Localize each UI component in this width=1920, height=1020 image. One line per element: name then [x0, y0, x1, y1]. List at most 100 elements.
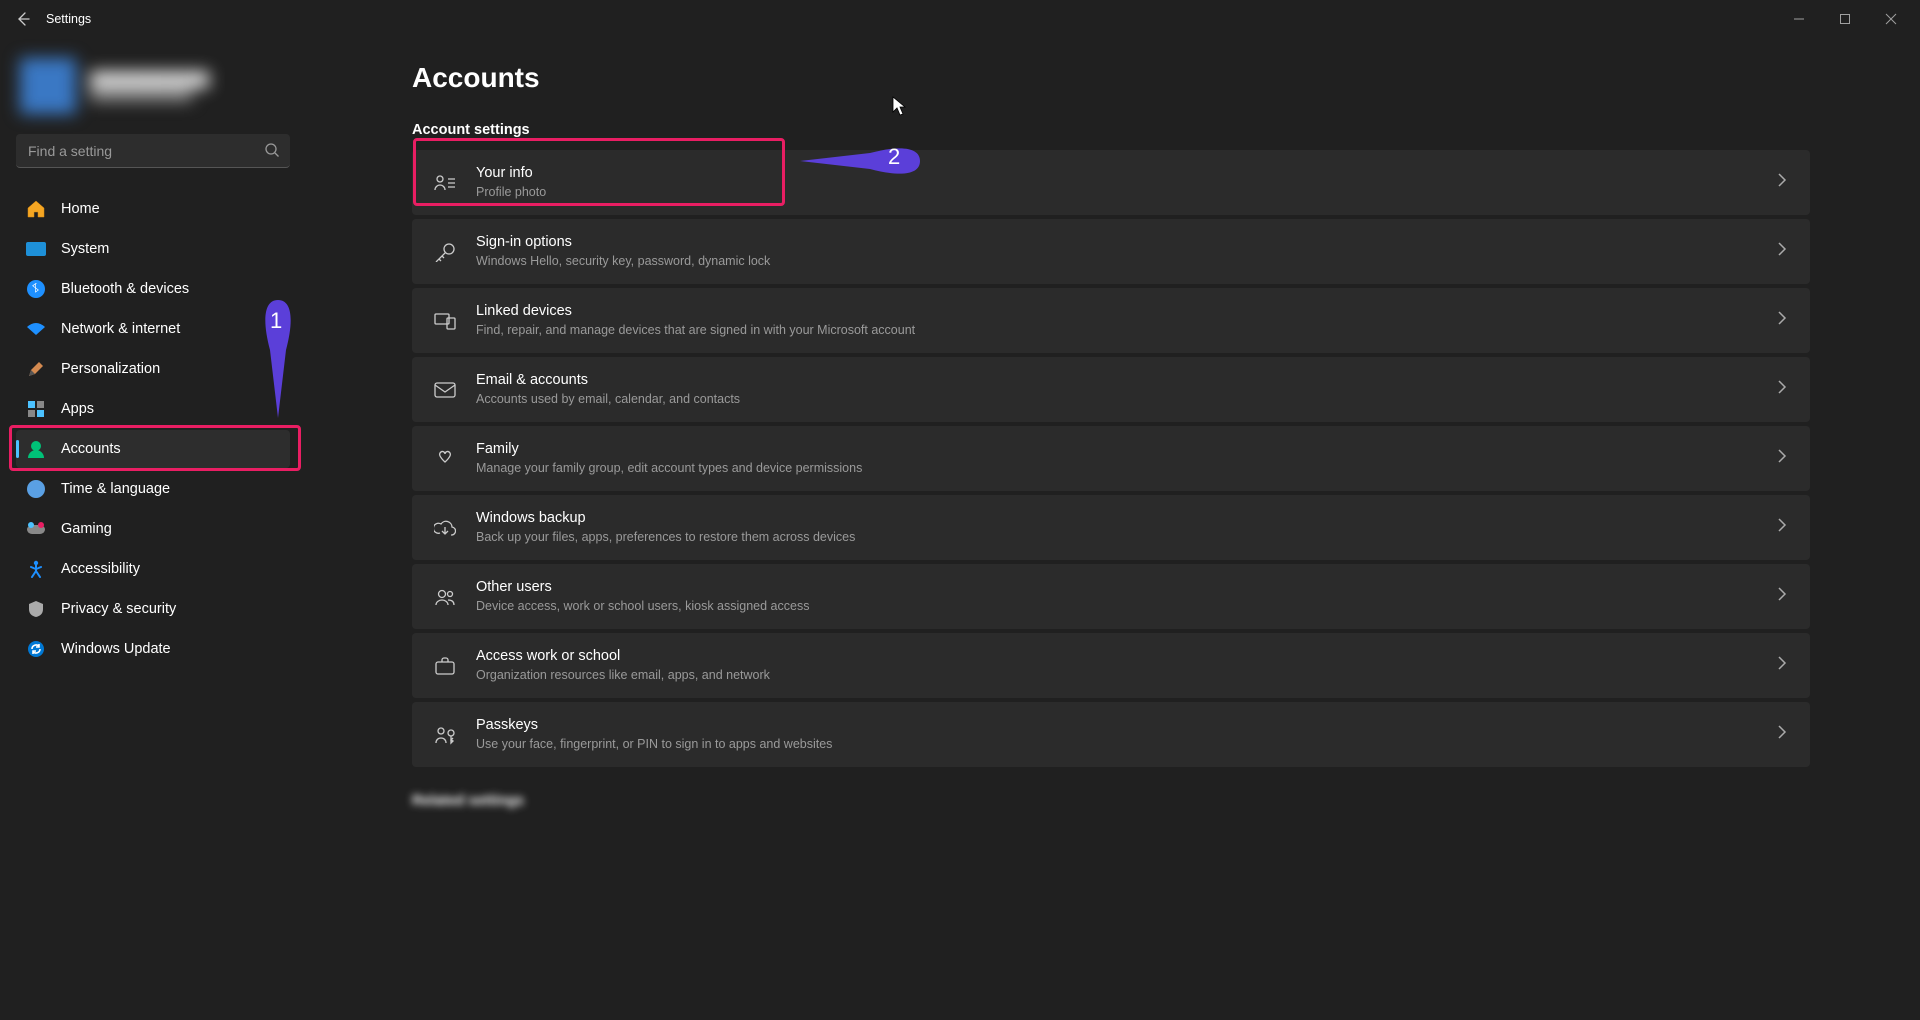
time-language-icon: [26, 479, 46, 499]
sidebar-item-label: Time & language: [61, 481, 170, 497]
backup-icon: [434, 519, 456, 537]
accounts-icon: [26, 439, 46, 459]
search-icon: [264, 142, 280, 163]
profile-block[interactable]: ████████████ ████████████: [16, 46, 290, 134]
sidebar-item-label: System: [61, 241, 109, 257]
card-your-info[interactable]: Your info Profile photo: [412, 150, 1810, 215]
sidebar-item-label: Gaming: [61, 521, 112, 537]
sidebar-item-label: Bluetooth & devices: [61, 281, 189, 297]
sidebar-item-label: Home: [61, 201, 100, 217]
sidebar-item-apps[interactable]: Apps: [16, 390, 290, 428]
settings-card-list: Your info Profile photo Sign-in options …: [412, 150, 1810, 767]
accessibility-icon: [26, 559, 46, 579]
chevron-right-icon: [1776, 449, 1788, 468]
sidebar-item-accessibility[interactable]: Accessibility: [16, 550, 290, 588]
maximize-icon: [1839, 13, 1851, 25]
page-title: Accounts: [412, 62, 1810, 94]
bluetooth-icon: [26, 279, 46, 299]
sidebar-item-bluetooth[interactable]: Bluetooth & devices: [16, 270, 290, 308]
chevron-right-icon: [1776, 380, 1788, 399]
chevron-right-icon: [1776, 311, 1788, 330]
sidebar-item-gaming[interactable]: Gaming: [16, 510, 290, 548]
section-label-account-settings: Account settings: [412, 122, 1810, 138]
sidebar-item-system[interactable]: System: [16, 230, 290, 268]
minimize-icon: [1793, 13, 1805, 25]
chevron-right-icon: [1776, 725, 1788, 744]
card-other-users[interactable]: Other users Device access, work or schoo…: [412, 564, 1810, 629]
sidebar-item-privacy-security[interactable]: Privacy & security: [16, 590, 290, 628]
cursor-icon: [892, 96, 906, 116]
key-icon: [434, 242, 456, 262]
profile-name: ████████████: [90, 71, 209, 87]
sidebar-item-accounts[interactable]: Accounts: [16, 430, 290, 468]
card-passkeys[interactable]: Passkeys Use your face, fingerprint, or …: [412, 702, 1810, 767]
card-title: Family: [476, 440, 1776, 460]
card-title: Linked devices: [476, 302, 1776, 322]
minimize-button[interactable]: [1776, 3, 1822, 35]
briefcase-icon: [434, 657, 456, 675]
card-title: Email & accounts: [476, 371, 1776, 391]
card-signin-options[interactable]: Sign-in options Windows Hello, security …: [412, 219, 1810, 284]
sidebar-item-personalization[interactable]: Personalization: [16, 350, 290, 388]
maximize-button[interactable]: [1822, 3, 1868, 35]
card-subtitle: Organization resources like email, apps,…: [476, 667, 1776, 684]
sidebar: ████████████ ████████████ Home System Bl…: [0, 38, 306, 1020]
card-subtitle: Find, repair, and manage devices that ar…: [476, 322, 1776, 339]
window-title: Settings: [46, 12, 91, 26]
network-icon: [26, 319, 46, 339]
search-box: [16, 134, 290, 168]
titlebar: Settings: [0, 0, 1920, 38]
nav-list: Home System Bluetooth & devices Network …: [16, 190, 290, 668]
card-title: Your info: [476, 164, 1776, 184]
close-icon: [1885, 13, 1897, 25]
card-subtitle: Use your face, fingerprint, or PIN to si…: [476, 736, 1776, 753]
close-button[interactable]: [1868, 3, 1914, 35]
apps-icon: [26, 399, 46, 419]
arrow-left-icon: [15, 11, 31, 27]
back-button[interactable]: [6, 2, 40, 36]
card-subtitle: Device access, work or school users, kio…: [476, 598, 1776, 615]
card-subtitle: Windows Hello, security key, password, d…: [476, 253, 1776, 270]
chevron-right-icon: [1776, 518, 1788, 537]
sidebar-item-label: Windows Update: [61, 641, 171, 657]
card-windows-backup[interactable]: Windows backup Back up your files, apps,…: [412, 495, 1810, 560]
sidebar-item-label: Accounts: [61, 441, 121, 457]
section-label-related: Related settings: [412, 793, 1810, 809]
chevron-right-icon: [1776, 173, 1788, 192]
card-email-accounts[interactable]: Email & accounts Accounts used by email,…: [412, 357, 1810, 422]
sidebar-item-label: Accessibility: [61, 561, 140, 577]
card-title: Windows backup: [476, 509, 1776, 529]
card-subtitle: Accounts used by email, calendar, and co…: [476, 391, 1776, 408]
search-input[interactable]: [16, 134, 290, 168]
sidebar-item-label: Apps: [61, 401, 94, 417]
personalization-icon: [26, 359, 46, 379]
card-subtitle: Back up your files, apps, preferences to…: [476, 529, 1776, 546]
windows-update-icon: [26, 639, 46, 659]
sidebar-item-label: Privacy & security: [61, 601, 176, 617]
other-users-icon: [434, 588, 456, 606]
card-subtitle: Profile photo: [476, 184, 1776, 201]
card-linked-devices[interactable]: Linked devices Find, repair, and manage …: [412, 288, 1810, 353]
profile-email: ████████████: [90, 87, 209, 101]
passkeys-icon: [434, 725, 456, 745]
sidebar-item-label: Personalization: [61, 361, 160, 377]
main-content: Accounts Account settings Your info Prof…: [306, 38, 1920, 1020]
sidebar-item-network[interactable]: Network & internet: [16, 310, 290, 348]
system-icon: [26, 239, 46, 259]
card-title: Access work or school: [476, 647, 1776, 667]
card-family[interactable]: Family Manage your family group, edit ac…: [412, 426, 1810, 491]
card-title: Sign-in options: [476, 233, 1776, 253]
card-access-work-school[interactable]: Access work or school Organization resou…: [412, 633, 1810, 698]
chevron-right-icon: [1776, 656, 1788, 675]
card-title: Other users: [476, 578, 1776, 598]
sidebar-item-home[interactable]: Home: [16, 190, 290, 228]
sidebar-item-windows-update[interactable]: Windows Update: [16, 630, 290, 668]
avatar: [20, 58, 76, 114]
chevron-right-icon: [1776, 587, 1788, 606]
card-subtitle: Manage your family group, edit account t…: [476, 460, 1776, 477]
sidebar-item-time-language[interactable]: Time & language: [16, 470, 290, 508]
email-icon: [434, 382, 456, 398]
gaming-icon: [26, 519, 46, 539]
home-icon: [26, 199, 46, 219]
linked-devices-icon: [434, 312, 456, 330]
